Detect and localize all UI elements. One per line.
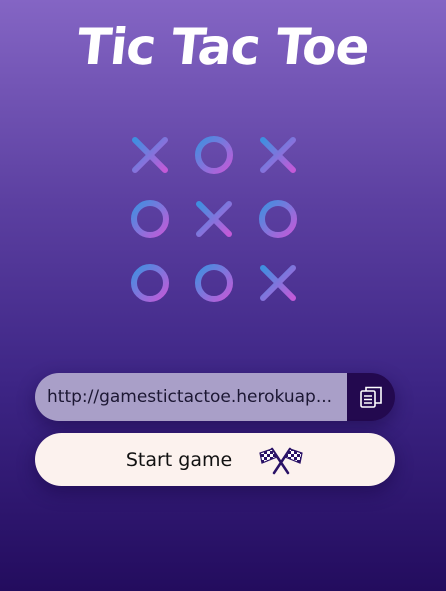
copy-link-button[interactable] <box>347 373 395 421</box>
board-o-mark <box>259 200 297 238</box>
start-game-button[interactable]: Start game <box>35 433 395 486</box>
share-link-row: http://gamestictactoe.herokuap... <box>35 373 395 421</box>
app-title: Tic Tac Toe <box>74 18 372 76</box>
board-o-mark <box>195 264 233 302</box>
board-o-mark <box>195 136 233 174</box>
board-o-mark <box>131 264 169 302</box>
board-o-mark <box>131 200 169 238</box>
board-x-mark <box>260 137 296 173</box>
share-url-field[interactable]: http://gamestictactoe.herokuap... <box>35 373 347 421</box>
tic-tac-toe-board-icon <box>119 124 309 314</box>
board-x-mark <box>132 137 168 173</box>
tic-tac-toe-logo <box>118 123 312 317</box>
start-game-label: Start game <box>125 448 233 471</box>
board-x-mark <box>260 265 296 301</box>
checkered-flags-icon <box>258 445 304 475</box>
board-x-mark <box>196 201 232 237</box>
copy-icon <box>360 386 382 408</box>
